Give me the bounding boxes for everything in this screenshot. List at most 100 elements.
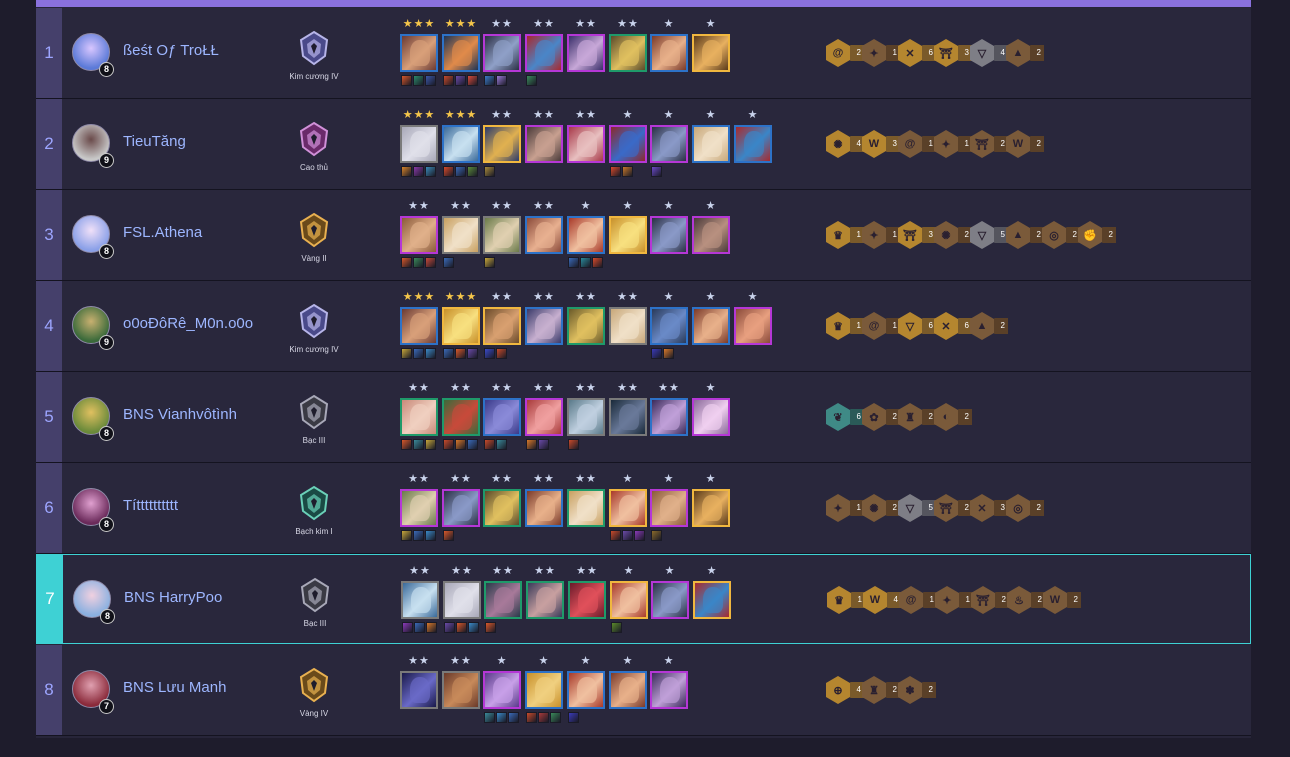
item-icon[interactable]: [467, 348, 478, 359]
champion-portrait[interactable]: [442, 489, 480, 527]
item-icon[interactable]: [484, 348, 495, 359]
item-icon[interactable]: [568, 257, 579, 268]
champion-portrait[interactable]: [692, 34, 730, 72]
champion-portrait[interactable]: [650, 307, 688, 345]
item-icon[interactable]: [425, 439, 436, 450]
champion-portrait[interactable]: [483, 34, 521, 72]
champion-portrait[interactable]: [610, 581, 648, 619]
champion-portrait[interactable]: [525, 34, 563, 72]
item-icon[interactable]: [484, 257, 495, 268]
player-row[interactable]: 4 9 o0oĐôRê_M0n.o0o Kim cương IV ★★★ ★★★ ★★…: [36, 281, 1251, 372]
item-icon[interactable]: [401, 166, 412, 177]
item-icon[interactable]: [663, 348, 674, 359]
item-icon[interactable]: [496, 75, 507, 86]
player-row[interactable]: 8 7 BNS Lưu Manh Vàng IV ★★ ★★ ★ ★ ★ ★ ★ 4 ⊕…: [36, 645, 1251, 736]
champion-portrait[interactable]: [526, 581, 564, 619]
champion-portrait[interactable]: [483, 671, 521, 709]
champion-portrait[interactable]: [734, 125, 772, 163]
item-icon[interactable]: [496, 712, 507, 723]
item-icon[interactable]: [610, 166, 621, 177]
item-icon[interactable]: [425, 530, 436, 541]
champion-portrait[interactable]: [609, 398, 647, 436]
champion-portrait[interactable]: [525, 307, 563, 345]
champion-portrait[interactable]: [692, 307, 730, 345]
item-icon[interactable]: [401, 75, 412, 86]
champion-portrait[interactable]: [483, 307, 521, 345]
champion-portrait[interactable]: [525, 216, 563, 254]
item-icon[interactable]: [443, 166, 454, 177]
item-icon[interactable]: [622, 530, 633, 541]
item-icon[interactable]: [401, 530, 412, 541]
item-icon[interactable]: [401, 348, 412, 359]
item-icon[interactable]: [526, 439, 537, 450]
player-name[interactable]: BNS Lưu Manh: [123, 679, 293, 696]
champion-portrait[interactable]: [400, 34, 438, 72]
champion-portrait[interactable]: [609, 216, 647, 254]
item-icon[interactable]: [622, 166, 633, 177]
champion-portrait[interactable]: [483, 489, 521, 527]
item-icon[interactable]: [413, 439, 424, 450]
item-icon[interactable]: [425, 75, 436, 86]
champion-portrait[interactable]: [400, 125, 438, 163]
item-icon[interactable]: [426, 622, 437, 633]
champion-portrait[interactable]: [400, 398, 438, 436]
champion-portrait[interactable]: [650, 34, 688, 72]
champion-portrait[interactable]: [693, 581, 731, 619]
item-icon[interactable]: [443, 257, 454, 268]
item-icon[interactable]: [443, 530, 454, 541]
item-icon[interactable]: [413, 530, 424, 541]
item-icon[interactable]: [526, 75, 537, 86]
champion-portrait[interactable]: [650, 398, 688, 436]
champion-portrait[interactable]: [692, 489, 730, 527]
champion-portrait[interactable]: [609, 125, 647, 163]
item-icon[interactable]: [651, 166, 662, 177]
item-icon[interactable]: [413, 257, 424, 268]
champion-portrait[interactable]: [692, 398, 730, 436]
champion-portrait[interactable]: [525, 398, 563, 436]
champion-portrait[interactable]: [442, 671, 480, 709]
champion-portrait[interactable]: [609, 34, 647, 72]
item-icon[interactable]: [455, 166, 466, 177]
champion-portrait[interactable]: [567, 307, 605, 345]
item-icon[interactable]: [526, 712, 537, 723]
champion-portrait[interactable]: [568, 581, 606, 619]
item-icon[interactable]: [401, 439, 412, 450]
item-icon[interactable]: [651, 530, 662, 541]
player-row[interactable]: 7 8 BNS HarryPoo Bạc III ★★ ★★ ★★ ★★ ★★ ★ ★…: [36, 554, 1251, 644]
item-icon[interactable]: [468, 622, 479, 633]
item-icon[interactable]: [413, 75, 424, 86]
champion-portrait[interactable]: [400, 671, 438, 709]
champion-portrait[interactable]: [650, 125, 688, 163]
item-icon[interactable]: [413, 348, 424, 359]
item-icon[interactable]: [568, 439, 579, 450]
item-icon[interactable]: [443, 75, 454, 86]
champion-portrait[interactable]: [442, 307, 480, 345]
champion-portrait[interactable]: [401, 581, 439, 619]
item-icon[interactable]: [467, 166, 478, 177]
champion-portrait[interactable]: [483, 398, 521, 436]
champion-portrait[interactable]: [442, 216, 480, 254]
champion-portrait[interactable]: [651, 581, 689, 619]
item-icon[interactable]: [496, 348, 507, 359]
player-row[interactable]: 1 8 ßeśt Oƒ TroŁŁ Kim cương IV ★★★ ★★★ ★★ ★…: [36, 8, 1251, 99]
item-icon[interactable]: [580, 257, 591, 268]
item-icon[interactable]: [611, 622, 622, 633]
champion-portrait[interactable]: [609, 671, 647, 709]
champion-portrait[interactable]: [442, 398, 480, 436]
item-icon[interactable]: [425, 166, 436, 177]
item-icon[interactable]: [651, 348, 662, 359]
item-icon[interactable]: [413, 166, 424, 177]
player-row[interactable]: 2 9 TieuTăng Cao thủ ★★★ ★★★ ★★ ★★ ★★ ★ ★ ★…: [36, 99, 1251, 190]
player-name[interactable]: BNS HarryPoo: [124, 589, 294, 606]
player-row[interactable]: 3 8 FSL.Athena Vàng II ★★ ★★ ★★ ★★ ★ ★ ★ ★ …: [36, 190, 1251, 281]
champion-portrait[interactable]: [484, 581, 522, 619]
item-icon[interactable]: [538, 712, 549, 723]
item-icon[interactable]: [550, 712, 561, 723]
champion-portrait[interactable]: [734, 307, 772, 345]
champion-portrait[interactable]: [443, 581, 481, 619]
item-icon[interactable]: [484, 712, 495, 723]
item-icon[interactable]: [456, 622, 467, 633]
player-name[interactable]: ßeśt Oƒ TroŁŁ: [123, 42, 293, 59]
champion-portrait[interactable]: [567, 398, 605, 436]
champion-portrait[interactable]: [692, 125, 730, 163]
